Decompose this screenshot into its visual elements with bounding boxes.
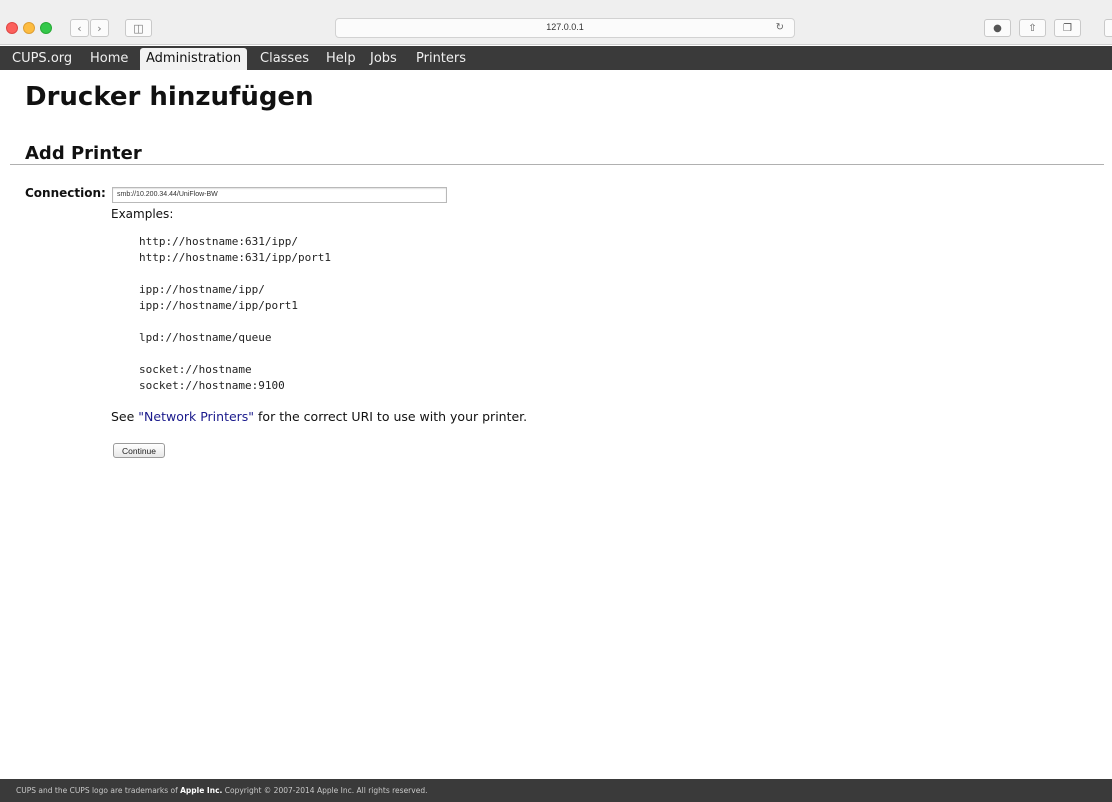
url-text: 127.0.0.1 bbox=[546, 22, 584, 32]
address-bar[interactable]: 127.0.0.1 ↻ bbox=[335, 18, 795, 38]
section-divider bbox=[10, 164, 1104, 165]
network-printers-hint: See "Network Printers" for the correct U… bbox=[111, 409, 527, 424]
nav-cups-org[interactable]: CUPS.org bbox=[6, 48, 78, 70]
sidebar-toggle-button[interactable]: ◫ bbox=[125, 19, 152, 37]
footer-company-link[interactable]: Apple Inc. bbox=[180, 786, 222, 795]
hint-suffix: for the correct URI to use with your pri… bbox=[254, 409, 528, 424]
continue-button[interactable]: Continue bbox=[113, 443, 165, 458]
hint-prefix: See bbox=[111, 409, 139, 424]
example-uri: http://hostname:631/ipp/ bbox=[139, 235, 298, 248]
footer: CUPS and the CUPS logo are trademarks of… bbox=[0, 779, 1112, 802]
example-uri: ipp://hostname/ipp/port1 bbox=[139, 299, 298, 312]
nav-administration[interactable]: Administration bbox=[140, 48, 248, 70]
example-uri: http://hostname:631/ipp/port1 bbox=[139, 251, 332, 264]
downloads-button[interactable]: ● bbox=[984, 19, 1011, 37]
examples-label: Examples: bbox=[111, 207, 174, 221]
connection-input[interactable]: smb://10.200.34.44/UniFlow-BW bbox=[112, 187, 447, 203]
connection-label: Connection: bbox=[25, 186, 106, 200]
example-uri: socket://hostname:9100 bbox=[139, 379, 285, 392]
network-printers-link[interactable]: "Network Printers" bbox=[138, 409, 254, 424]
example-uri: lpd://hostname/queue bbox=[139, 331, 272, 344]
cups-nav-bar: CUPS.org Home Administration Classes Hel… bbox=[0, 46, 1112, 70]
zoom-window-button[interactable] bbox=[40, 22, 52, 34]
nav-help[interactable]: Help bbox=[320, 48, 362, 70]
chevron-left-icon: ‹ bbox=[77, 21, 82, 35]
footer-suffix: Copyright © 2007-2014 Apple Inc. All rig… bbox=[222, 786, 428, 795]
nav-jobs[interactable]: Jobs bbox=[364, 48, 403, 70]
footer-prefix: CUPS and the CUPS logo are trademarks of bbox=[16, 786, 181, 795]
section-title: Add Printer bbox=[25, 143, 142, 164]
example-uri: ipp://hostname/ipp/ bbox=[139, 283, 265, 296]
forward-button[interactable]: › bbox=[90, 19, 109, 37]
tabs-icon: ❐ bbox=[1063, 22, 1072, 34]
download-icon: ● bbox=[993, 22, 1002, 34]
minimize-window-button[interactable] bbox=[23, 22, 35, 34]
nav-printers[interactable]: Printers bbox=[410, 48, 472, 70]
chevron-right-icon: › bbox=[97, 21, 102, 35]
share-button[interactable]: ⇧ bbox=[1019, 19, 1046, 37]
share-icon: ⇧ bbox=[1028, 22, 1037, 34]
browser-toolbar: ‹ › ◫ 127.0.0.1 ↻ ● ⇧ ❐ bbox=[0, 0, 1112, 45]
close-window-button[interactable] bbox=[6, 22, 18, 34]
example-uri: socket://hostname bbox=[139, 363, 252, 376]
back-button[interactable]: ‹ bbox=[70, 19, 89, 37]
sidebar-icon: ◫ bbox=[133, 21, 144, 35]
show-tabs-button[interactable]: ❐ bbox=[1054, 19, 1081, 37]
nav-classes[interactable]: Classes bbox=[254, 48, 315, 70]
reload-icon[interactable]: ↻ bbox=[776, 22, 784, 33]
footer-text: CUPS and the CUPS logo are trademarks of… bbox=[16, 786, 427, 795]
page-title: Drucker hinzufügen bbox=[25, 82, 314, 112]
nav-home[interactable]: Home bbox=[84, 48, 134, 70]
new-tab-button[interactable] bbox=[1104, 19, 1112, 37]
